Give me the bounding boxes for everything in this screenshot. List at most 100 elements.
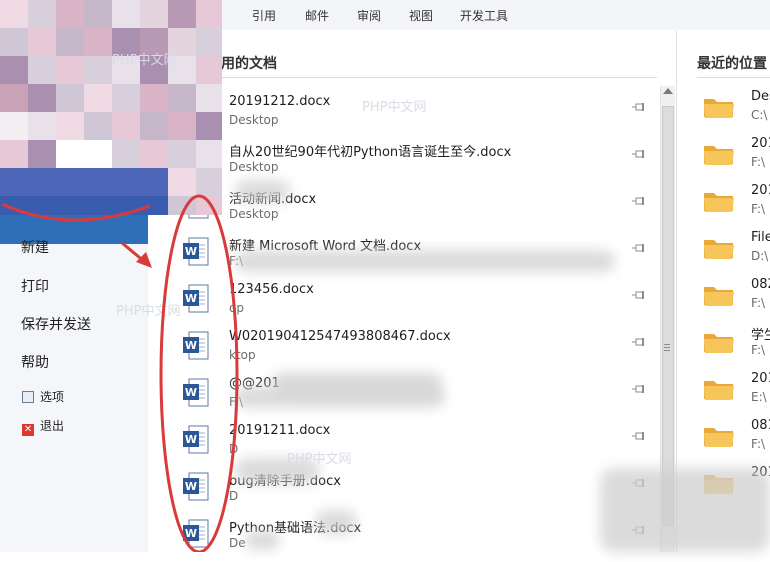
tab-review[interactable]: 审阅 xyxy=(357,7,381,24)
mosaic-cell xyxy=(168,112,196,140)
mosaic-cell xyxy=(196,84,222,112)
mosaic-cell xyxy=(56,140,84,168)
svg-text:W: W xyxy=(185,433,197,446)
menu-help[interactable]: 帮助 xyxy=(21,352,49,372)
place-path: F:\ xyxy=(751,296,766,310)
place-name: 201 xyxy=(751,183,770,198)
svg-text:W: W xyxy=(185,386,197,399)
place-path: F:\ xyxy=(751,437,766,451)
mosaic-cell xyxy=(28,0,56,28)
recent-document-item[interactable]: W 自从20世纪90年代初Python语言诞生至今.docx Desktop xyxy=(148,139,658,186)
mosaic-cell xyxy=(140,84,168,112)
mosaic-cell xyxy=(84,112,112,140)
mosaic-cell xyxy=(112,196,140,215)
menu-options-label: 选项 xyxy=(40,390,65,404)
mosaic-cell xyxy=(56,0,84,28)
mosaic-cell xyxy=(0,168,28,196)
mosaic-cell xyxy=(56,84,84,112)
mosaic-cell xyxy=(0,196,28,215)
mosaic-cell xyxy=(196,0,222,28)
word-document-icon: W xyxy=(183,331,209,360)
mosaic-cell xyxy=(140,168,168,196)
blurred-redaction xyxy=(245,530,280,550)
mosaic-cell xyxy=(28,168,56,196)
recent-place-item[interactable]: 201 F:\ xyxy=(677,134,770,181)
mosaic-cell xyxy=(84,56,112,84)
pin-icon[interactable] xyxy=(631,102,647,112)
menu-options[interactable]: 选项 xyxy=(22,388,64,405)
mosaic-cell xyxy=(0,0,28,28)
mosaic-cell xyxy=(112,140,140,168)
pin-icon[interactable] xyxy=(631,290,647,300)
recent-place-item[interactable]: File D:\ xyxy=(677,228,770,275)
mosaic-cell xyxy=(56,56,84,84)
place-name: 学生 xyxy=(751,328,770,343)
pin-icon[interactable] xyxy=(631,337,647,347)
menu-exit-label: 退出 xyxy=(40,419,65,433)
recent-place-item[interactable]: 201 E:\ xyxy=(677,369,770,416)
svg-text:W: W xyxy=(185,527,197,540)
menu-print[interactable]: 打印 xyxy=(21,276,49,296)
place-name: 081 xyxy=(751,418,770,433)
place-path: F:\ xyxy=(751,202,766,216)
recent-document-item[interactable]: W Python基础语法.docx De xyxy=(148,515,658,562)
mosaic-cell xyxy=(84,140,112,168)
mosaic-cell xyxy=(168,84,196,112)
recent-place-item[interactable]: 082 F:\ xyxy=(677,275,770,322)
exit-icon: ✕ xyxy=(22,424,34,436)
folder-icon xyxy=(704,428,734,447)
word-document-icon: W xyxy=(183,519,209,548)
pin-icon[interactable] xyxy=(631,384,647,394)
pin-icon[interactable] xyxy=(631,196,647,206)
place-name: Des xyxy=(751,89,770,104)
recent-document-item[interactable]: W bug清除手册.docx D xyxy=(148,468,658,515)
mosaic-cell xyxy=(28,196,56,215)
mosaic-cell xyxy=(84,84,112,112)
document-path: ktop xyxy=(229,348,256,362)
mosaic-cell xyxy=(168,168,196,196)
scroll-up-icon[interactable] xyxy=(663,88,673,94)
place-path: F:\ xyxy=(751,343,766,357)
menu-save-send[interactable]: 保存并发送 xyxy=(21,314,91,334)
tab-references[interactable]: 引用 xyxy=(252,7,276,24)
mosaic-cell xyxy=(0,28,28,56)
document-name: 20191211.docx xyxy=(229,423,331,438)
place-name: 082 xyxy=(751,277,770,292)
scroll-thumb[interactable] xyxy=(662,106,674,526)
tab-mailings[interactable]: 邮件 xyxy=(305,7,329,24)
place-name: 201 xyxy=(751,136,770,151)
mosaic-cell xyxy=(28,28,56,56)
title-divider xyxy=(221,77,657,78)
recent-document-item[interactable]: W 活动新闻.docx Desktop xyxy=(148,186,658,233)
pin-icon[interactable] xyxy=(631,149,647,159)
word-document-icon: W xyxy=(183,237,209,266)
mosaic-cell xyxy=(84,0,112,28)
mosaic-cell xyxy=(196,168,222,196)
blurred-redaction xyxy=(235,250,615,272)
document-name: 20191212.docx xyxy=(229,94,331,109)
tab-developer[interactable]: 开发工具 xyxy=(460,7,508,24)
mosaic-cell xyxy=(0,56,28,84)
recent-place-item[interactable]: 学生 F:\ xyxy=(677,322,770,369)
mosaic-cell xyxy=(84,28,112,56)
recent-place-item[interactable]: Des C:\ xyxy=(677,87,770,134)
recent-document-item[interactable]: W 20191211.docx D xyxy=(148,421,658,468)
recent-place-item[interactable]: 201 F:\ xyxy=(677,181,770,228)
recent-place-item[interactable]: 081 F:\ xyxy=(677,416,770,463)
pin-icon[interactable] xyxy=(631,431,647,441)
folder-icon xyxy=(704,240,734,259)
menu-new[interactable]: 新建 xyxy=(21,237,49,257)
pin-icon[interactable] xyxy=(631,243,647,253)
mosaic-cell xyxy=(112,168,140,196)
document-path: Desktop xyxy=(229,113,279,127)
watermark: PHP中文网 xyxy=(287,452,352,467)
recent-document-item[interactable]: W 123456.docx op xyxy=(148,280,658,327)
options-icon xyxy=(22,391,34,403)
places-title-divider xyxy=(697,77,770,78)
tab-view[interactable]: 视图 xyxy=(409,7,433,24)
menu-exit[interactable]: ✕ 退出 xyxy=(22,417,64,436)
folder-icon xyxy=(704,146,734,165)
recent-places-title: 最近的位置 xyxy=(697,56,767,72)
recent-document-item[interactable]: W W020190412547493808467.docx ktop xyxy=(148,327,658,374)
blurred-redaction xyxy=(235,180,290,202)
